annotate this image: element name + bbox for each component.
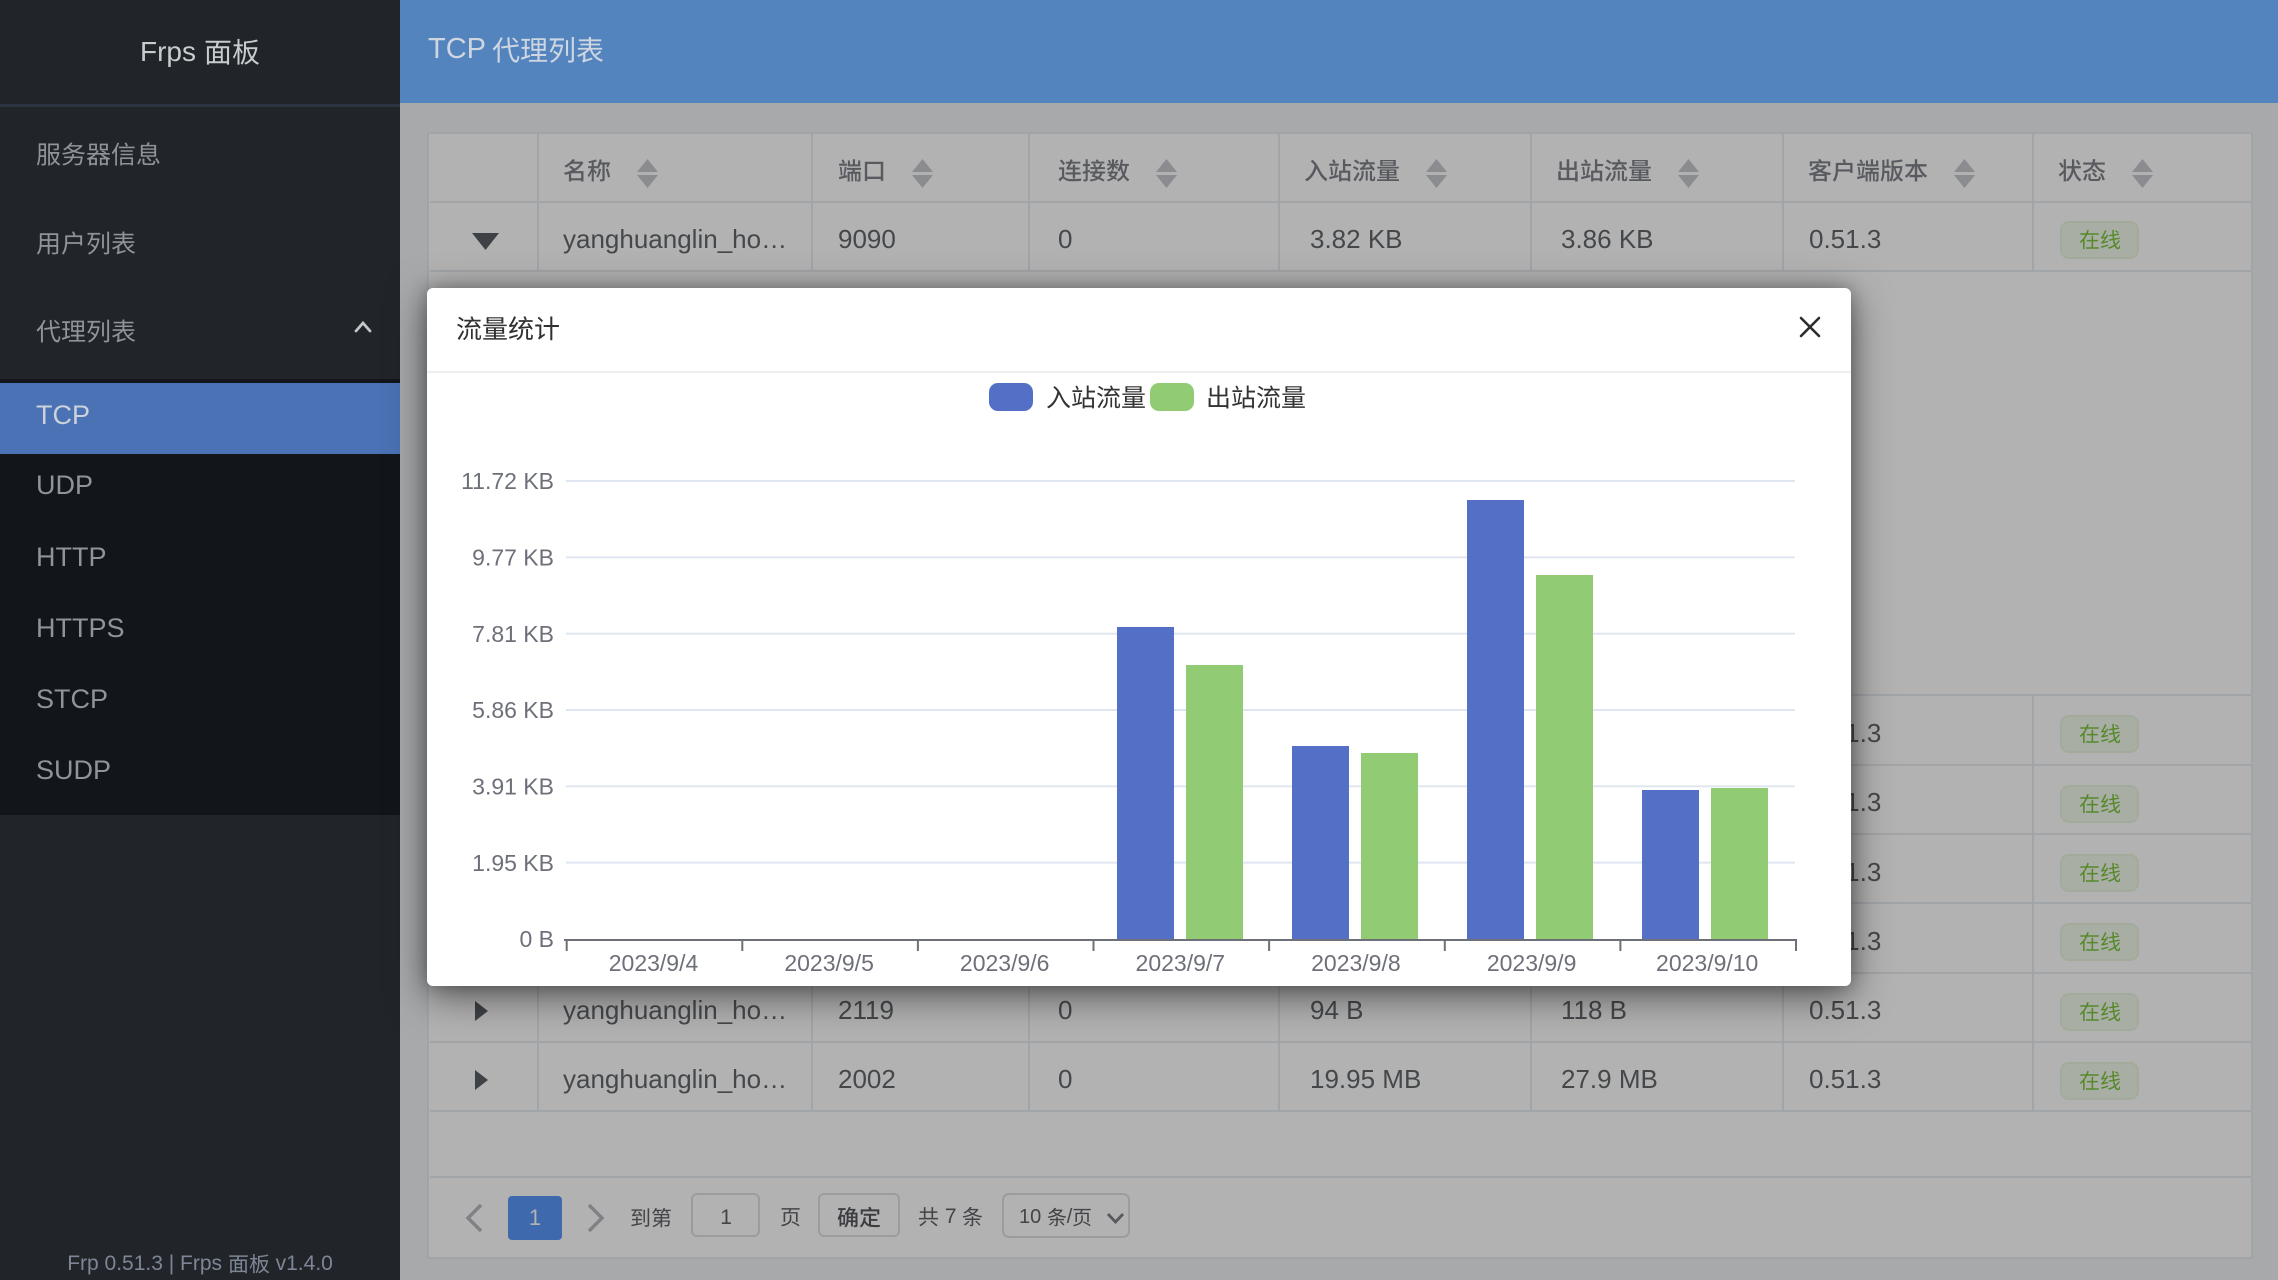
svg-text:2023/9/5: 2023/9/5 (784, 950, 874, 976)
svg-text:1.95 KB: 1.95 KB (472, 850, 554, 876)
svg-text:2023/9/4: 2023/9/4 (609, 950, 699, 976)
svg-text:2023/9/7: 2023/9/7 (1136, 950, 1226, 976)
svg-text:9.77 KB: 9.77 KB (472, 545, 554, 571)
svg-text:5.86 KB: 5.86 KB (472, 697, 554, 723)
svg-text:0 B: 0 B (519, 926, 554, 952)
svg-text:2023/9/6: 2023/9/6 (960, 950, 1050, 976)
svg-text:2023/9/10: 2023/9/10 (1656, 950, 1758, 976)
svg-text:11.72 KB: 11.72 KB (461, 468, 554, 494)
svg-text:2023/9/8: 2023/9/8 (1311, 950, 1401, 976)
svg-text:2023/9/9: 2023/9/9 (1487, 950, 1577, 976)
svg-text:3.91 KB: 3.91 KB (472, 774, 554, 800)
svg-text:7.81 KB: 7.81 KB (472, 621, 554, 647)
